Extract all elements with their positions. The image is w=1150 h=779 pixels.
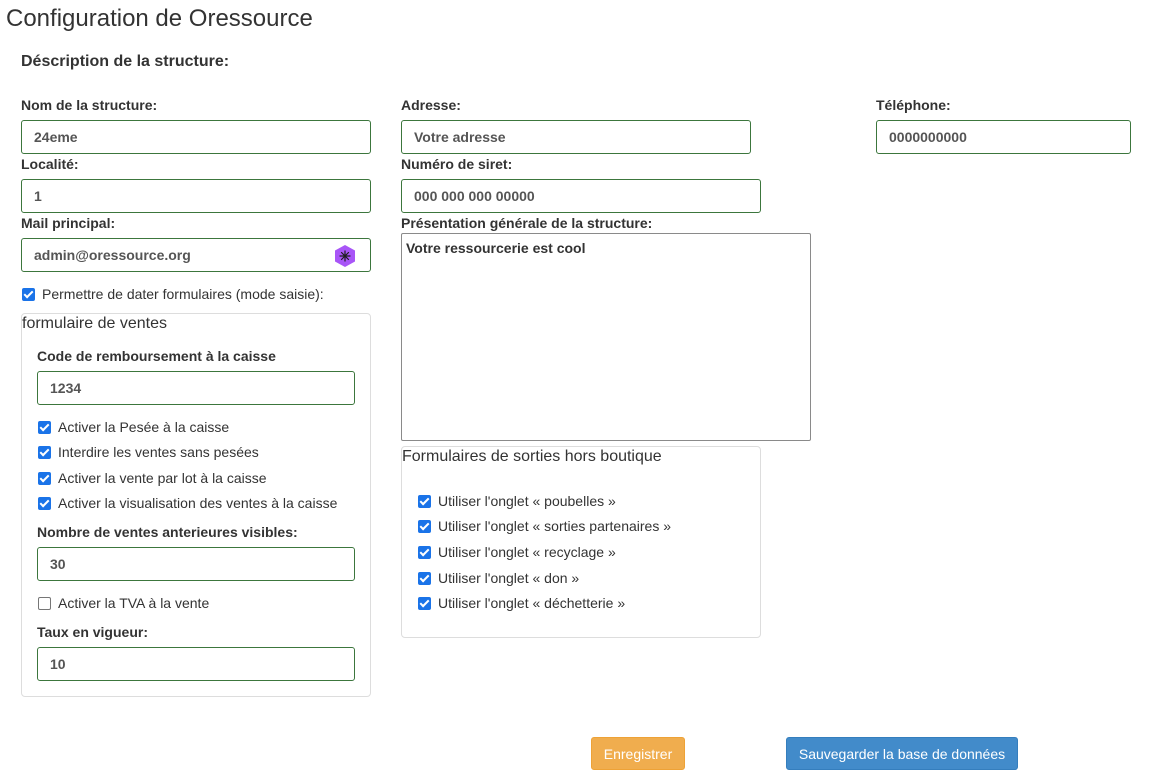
tva-checkbox[interactable] (38, 596, 51, 610)
nombre-label: Nombre de ventes anterieures visibles: (37, 524, 298, 540)
taux-input[interactable]: 10 (37, 647, 355, 681)
backup-database-button[interactable]: Sauvegarder la base de données (786, 737, 1018, 770)
option-label: Utiliser l'onglet « déchetterie » (438, 595, 626, 611)
tva-checkbox-row[interactable]: Activer la TVA à la vente (38, 594, 209, 612)
code-input[interactable]: 1234 (37, 371, 355, 405)
dater-checkbox[interactable] (22, 287, 35, 301)
ventes-option-interdire[interactable]: Interdire les ventes sans pesées (38, 443, 259, 461)
localite-input[interactable]: 1 (21, 179, 371, 213)
option-label: Utiliser l'onglet « sorties partenaires … (438, 518, 672, 534)
sorties-option-recyclage[interactable]: Utiliser l'onglet « recyclage » (418, 543, 616, 561)
checkbox[interactable] (418, 519, 431, 533)
dater-checkbox-row[interactable]: Permettre de dater formulaires (mode sai… (22, 285, 324, 303)
taux-label: Taux en vigueur: (37, 624, 148, 640)
option-label: Activer la Pesée à la caisse (58, 419, 230, 435)
page-title: Configuration de Oressource (6, 5, 313, 32)
ventes-option-visualisation[interactable]: Activer la visualisation des ventes à la… (38, 494, 337, 512)
sorties-option-dechetterie[interactable]: Utiliser l'onglet « déchetterie » (418, 594, 625, 612)
option-label: Utiliser l'onglet « don » (438, 570, 580, 586)
checkbox[interactable] (418, 571, 431, 585)
section-title: Déscription de la structure: (21, 53, 230, 70)
ventes-legend: formulaire de ventes (22, 315, 167, 332)
dater-label: Permettre de dater formulaires (mode sai… (42, 286, 324, 302)
option-label: Utiliser l'onglet « poubelles » (438, 493, 616, 509)
checkbox[interactable] (38, 445, 51, 459)
checkbox[interactable] (38, 420, 51, 434)
ventes-option-lot[interactable]: Activer la vente par lot à la caisse (38, 469, 267, 487)
localite-label: Localité: (21, 156, 79, 172)
sorties-option-poubelles[interactable]: Utiliser l'onglet « poubelles » (418, 492, 616, 510)
tva-label: Activer la TVA à la vente (58, 595, 210, 611)
mail-value: admin@oressource.org (34, 247, 191, 263)
mail-label: Mail principal: (21, 215, 116, 231)
option-label: Utiliser l'onglet « recyclage » (438, 544, 616, 560)
adresse-label: Adresse: (401, 97, 461, 113)
nom-label: Nom de la structure: (21, 97, 158, 113)
ventes-option-pesee[interactable]: Activer la Pesée à la caisse (38, 418, 229, 436)
checkbox[interactable] (418, 596, 431, 610)
code-label: Code de remboursement à la caisse (37, 348, 276, 364)
sorties-legend: Formulaires de sorties hors boutique (402, 448, 662, 465)
option-label: Activer la vente par lot à la caisse (58, 470, 267, 486)
siret-input[interactable]: 000 000 000 00000 (401, 179, 761, 213)
checkbox[interactable] (38, 471, 51, 485)
nombre-input[interactable]: 30 (37, 547, 355, 581)
telephone-label: Téléphone: (876, 97, 951, 113)
option-label: Interdire les ventes sans pesées (58, 444, 259, 460)
password-manager-icon[interactable] (333, 244, 357, 268)
presentation-label: Présentation générale de la structure: (401, 215, 653, 231)
siret-label: Numéro de siret: (401, 156, 513, 172)
nom-input[interactable]: 24eme (21, 120, 371, 154)
checkbox[interactable] (418, 494, 431, 508)
mail-input[interactable]: admin@oressource.org (21, 238, 371, 272)
checkbox[interactable] (418, 545, 431, 559)
sorties-option-don[interactable]: Utiliser l'onglet « don » (418, 569, 579, 587)
presentation-textarea[interactable]: Votre ressourcerie est cool (401, 233, 811, 441)
telephone-input[interactable]: 0000000000 (876, 120, 1131, 154)
option-label: Activer la visualisation des ventes à la… (58, 495, 338, 511)
checkbox[interactable] (38, 496, 51, 510)
adresse-input[interactable]: Votre adresse (401, 120, 751, 154)
sorties-option-partenaires[interactable]: Utiliser l'onglet « sorties partenaires … (418, 517, 671, 535)
save-button[interactable]: Enregistrer (591, 737, 685, 770)
